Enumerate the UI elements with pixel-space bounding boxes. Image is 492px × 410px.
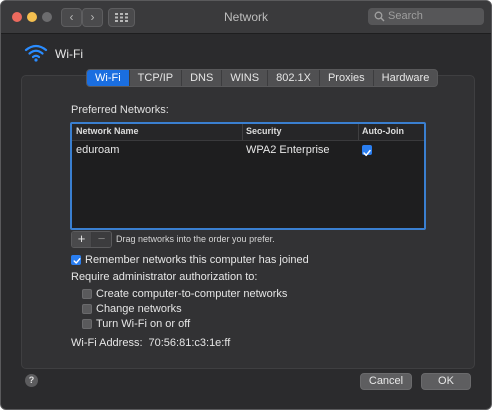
tab-wins[interactable]: WINS xyxy=(222,70,269,86)
column-divider xyxy=(358,124,359,140)
interface-name: Wi-Fi xyxy=(55,47,83,61)
network-name-cell: eduroam xyxy=(76,144,120,156)
zoom-window-button[interactable] xyxy=(42,12,52,22)
remove-network-button[interactable]: − xyxy=(91,232,111,247)
remember-networks-checkbox[interactable] xyxy=(71,255,81,265)
wifi-address-value: 70:56:81:c3:1e:ff xyxy=(148,337,231,349)
search-placeholder: Search xyxy=(388,10,423,22)
search-icon xyxy=(374,11,385,22)
add-network-button[interactable]: + xyxy=(72,232,91,247)
column-header-network-name[interactable]: Network Name xyxy=(76,126,139,136)
create-networks-label: Create computer-to-computer networks xyxy=(96,288,288,300)
tab-proxies[interactable]: Proxies xyxy=(320,70,374,86)
wifi-icon xyxy=(24,44,48,62)
admin-option-change-networks[interactable]: Change networks xyxy=(82,303,232,316)
table-header: Network Name Security Auto-Join xyxy=(72,124,424,141)
require-admin-label: Require administrator authorization to: xyxy=(71,271,258,283)
remember-networks-option[interactable]: Remember networks this computer has join… xyxy=(71,254,331,267)
admin-option-toggle-wifi[interactable]: Turn Wi-Fi on or off xyxy=(82,318,232,331)
search-field[interactable]: Search xyxy=(368,8,484,25)
admin-option-create-networks[interactable]: Create computer-to-computer networks xyxy=(82,288,312,301)
help-button[interactable]: ? xyxy=(25,374,38,387)
ok-button[interactable]: OK xyxy=(421,373,471,390)
network-window: ‹ › Network Search Wi-Fi Wi-Fi TCP/IP DN… xyxy=(0,0,492,410)
cancel-button[interactable]: Cancel xyxy=(360,373,412,390)
tab-hardware[interactable]: Hardware xyxy=(374,70,438,86)
column-divider xyxy=(242,124,243,140)
security-cell: WPA2 Enterprise xyxy=(246,144,330,156)
tab-bar: Wi-Fi TCP/IP DNS WINS 802.1X Proxies Har… xyxy=(86,69,439,87)
show-all-button[interactable] xyxy=(108,8,135,27)
title-bar: ‹ › Network Search xyxy=(1,1,491,34)
wifi-address: Wi-Fi Address: 70:56:81:c3:1e:ff xyxy=(71,337,230,349)
wifi-address-label: Wi-Fi Address: xyxy=(71,337,143,349)
create-networks-checkbox[interactable] xyxy=(82,289,92,299)
preferred-networks-table[interactable]: Network Name Security Auto-Join eduroam … xyxy=(70,122,426,230)
change-networks-label: Change networks xyxy=(96,303,182,315)
toggle-wifi-checkbox[interactable] xyxy=(82,319,92,329)
forward-button[interactable]: › xyxy=(82,8,103,27)
chevron-right-icon: › xyxy=(90,10,95,24)
toggle-wifi-label: Turn Wi-Fi on or off xyxy=(96,318,191,330)
checkmark-icon xyxy=(363,149,371,157)
preferred-networks-label: Preferred Networks: xyxy=(71,104,169,116)
checkmark-icon xyxy=(73,258,81,264)
window-title: Network xyxy=(223,10,268,24)
auto-join-checkbox[interactable] xyxy=(362,145,372,157)
back-button[interactable]: ‹ xyxy=(61,8,82,27)
minimize-window-button[interactable] xyxy=(27,12,37,22)
column-header-auto-join[interactable]: Auto-Join xyxy=(362,126,404,136)
chevron-left-icon: ‹ xyxy=(69,10,74,24)
table-row[interactable]: eduroam WPA2 Enterprise xyxy=(72,142,424,158)
column-header-security[interactable]: Security xyxy=(246,126,282,136)
tab-dns[interactable]: DNS xyxy=(182,70,223,86)
change-networks-checkbox[interactable] xyxy=(82,304,92,314)
drag-hint-text: Drag networks into the order you prefer. xyxy=(116,234,275,244)
tab-wifi[interactable]: Wi-Fi xyxy=(87,70,130,86)
tab-8021x[interactable]: 802.1X xyxy=(268,70,320,86)
close-window-button[interactable] xyxy=(12,12,22,22)
grid-icon xyxy=(115,13,128,22)
add-remove-control: + − xyxy=(71,231,112,248)
remember-networks-label: Remember networks this computer has join… xyxy=(85,254,309,266)
tab-tcpip[interactable]: TCP/IP xyxy=(130,70,183,86)
